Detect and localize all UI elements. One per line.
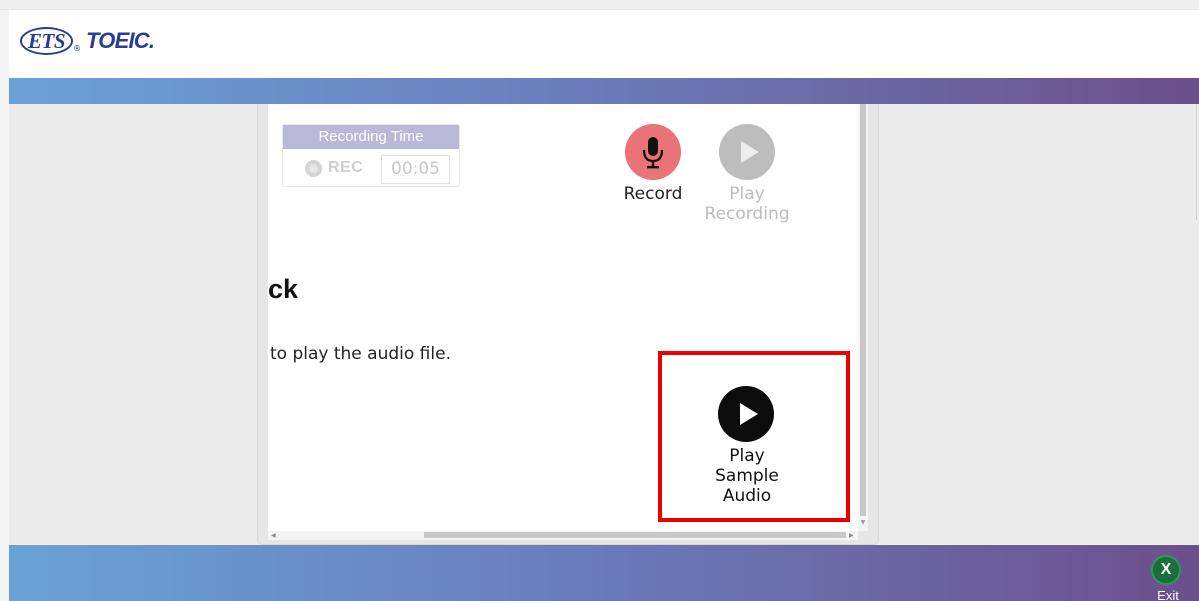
horizontal-scrollbar-thumb[interactable] — [424, 532, 846, 538]
scroll-down-arrow-icon[interactable]: ▼ — [860, 519, 866, 527]
recording-timer: 00:05 — [381, 155, 450, 184]
bottom-gradient-band — [9, 545, 1199, 601]
section-heading: ck — [268, 274, 299, 304]
recording-time-box: Recording Time REC 00:05 — [282, 124, 460, 187]
instruction-text: to play the audio file. — [270, 344, 451, 364]
top-strip — [0, 0, 1199, 10]
scroll-left-arrow-icon[interactable]: ◀ — [271, 531, 276, 540]
play-recording-button[interactable] — [719, 124, 775, 180]
microphone-icon — [642, 137, 664, 169]
logo-toeic-text: TOEIC. — [86, 28, 155, 53]
record-button[interactable] — [625, 124, 681, 180]
scroll-right-arrow-icon[interactable]: ▶ — [849, 531, 854, 540]
rec-label: REC — [328, 159, 364, 176]
top-gradient-band — [9, 78, 1199, 104]
exit-label: Exit — [1157, 588, 1179, 601]
rec-indicator-icon — [305, 160, 322, 177]
play-icon — [740, 403, 758, 425]
play-sample-audio-button[interactable] — [718, 386, 774, 442]
record-label: Record — [623, 184, 683, 204]
ets-toeic-logo: ETS ® TOEIC. — [20, 26, 155, 56]
play-icon — [741, 141, 759, 163]
exit-button[interactable]: X — [1151, 555, 1181, 585]
recording-time-title: Recording Time — [283, 125, 459, 149]
left-gutter — [0, 10, 9, 601]
logo-registered-mark: ® — [73, 43, 82, 53]
play-sample-audio-label: Play Sample Audio — [715, 446, 779, 506]
close-icon: X — [1160, 561, 1172, 578]
play-recording-label: Play Recording — [704, 184, 790, 224]
logo-ets-text: ETS — [20, 27, 74, 55]
app-header: ETS ® TOEIC. — [9, 10, 1199, 78]
vertical-scrollbar-thumb[interactable] — [860, 104, 866, 516]
